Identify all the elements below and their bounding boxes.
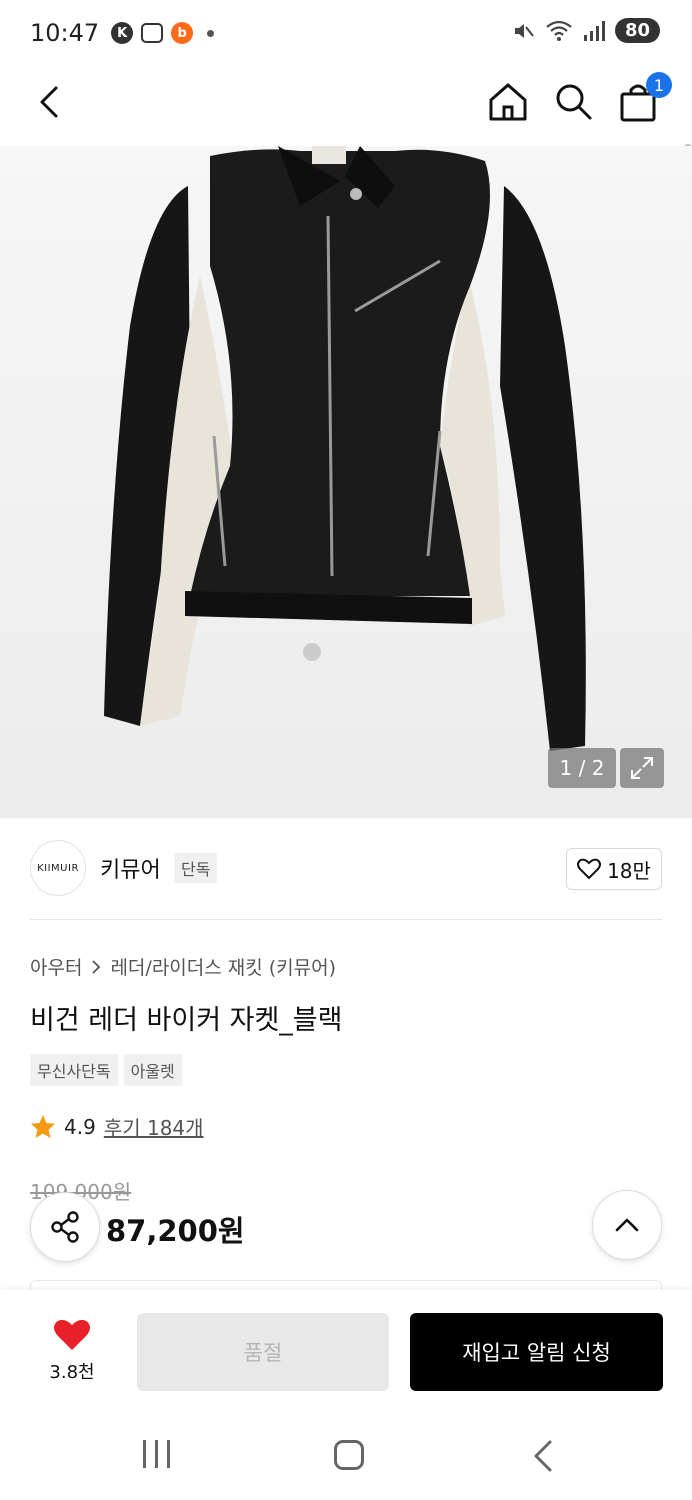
mute-icon	[514, 23, 534, 38]
recent-apps-icon	[142, 1440, 146, 1468]
star-icon	[31, 1114, 55, 1138]
wifi-icon	[546, 20, 572, 41]
system-home-button[interactable]	[334, 1440, 364, 1470]
home-button[interactable]	[486, 80, 530, 124]
heart-filled-icon	[54, 1319, 90, 1350]
kakao-notification-icon: K	[111, 22, 134, 44]
search-icon	[556, 84, 592, 120]
sale-price: 87,200원	[106, 1214, 245, 1248]
expand-icon	[631, 757, 653, 779]
share-icon	[51, 1211, 79, 1243]
heart-outline-icon	[577, 858, 602, 880]
cart-count-badge: 1	[646, 72, 672, 98]
system-back-button[interactable]	[528, 1438, 560, 1474]
product-like-count: 3.8천	[49, 1362, 95, 1383]
product-tags: 무신사단독 아울렛	[30, 1054, 182, 1086]
review-link[interactable]: 후기 184개	[104, 1112, 204, 1141]
chevron-up-icon	[615, 1218, 639, 1232]
brand-like-button[interactable]: 18만	[566, 848, 662, 890]
restock-alert-button[interactable]: 재입고 알림 신청	[410, 1313, 663, 1391]
leather-jacket-image	[104, 146, 586, 751]
breadcrumb-subcategory[interactable]: 레더/라이더스 재킷 (키뮤어)	[110, 953, 336, 980]
back-button[interactable]	[30, 80, 74, 124]
screenshot-notification-icon	[141, 23, 164, 43]
cart-button[interactable]: 1	[616, 72, 672, 124]
product-like-button[interactable]: 3.8천	[34, 1316, 110, 1386]
divider	[30, 919, 662, 920]
status-bar: 10:47 K b 80	[0, 0, 692, 66]
recent-apps-button[interactable]	[134, 1440, 178, 1476]
product-tag: 아울렛	[123, 1054, 182, 1086]
expand-image-button[interactable]	[620, 748, 664, 788]
image-page-counter: 1 / 2	[548, 748, 616, 788]
back-arrow-icon	[534, 1440, 552, 1472]
share-button[interactable]	[30, 1192, 100, 1262]
status-system-icons: 80	[511, 18, 660, 43]
brand-row: KIIMUIR 키뮤어 단독 18만	[0, 818, 692, 920]
soldout-button[interactable]: 품절	[137, 1313, 389, 1391]
product-title: 비건 레더 바이커 자켓_블랙	[30, 1005, 343, 1036]
chevron-left-icon	[40, 86, 58, 118]
rating-value: 4.9	[64, 1114, 96, 1139]
signal-icon	[583, 20, 605, 41]
breadcrumb: 아우터 레더/라이더스 재킷 (키뮤어)	[30, 953, 336, 980]
brand-name[interactable]: 키뮤어	[100, 852, 161, 884]
product-image-gallery[interactable]	[0, 146, 692, 818]
system-navigation-bar	[0, 1412, 692, 1500]
battery-indicator: 80	[614, 18, 660, 43]
product-tag: 무신사단독	[30, 1054, 118, 1086]
status-notification-icons: K b	[111, 22, 215, 44]
bottom-action-bar: 3.8천 품절 재입고 알림 신청	[0, 1290, 692, 1412]
home-icon	[489, 83, 527, 121]
top-navigation: 1	[0, 66, 692, 182]
breadcrumb-category[interactable]: 아우터	[30, 953, 82, 980]
brand-like-count: 18만	[607, 858, 651, 883]
app-notification-icon: b	[171, 22, 194, 44]
scroll-to-top-button[interactable]	[592, 1190, 662, 1260]
status-time: 10:47	[30, 19, 100, 47]
rating-row: 4.9 후기 184개	[30, 1112, 204, 1141]
search-button[interactable]	[552, 80, 596, 124]
chevron-right-icon	[92, 959, 101, 974]
more-notifications-icon	[207, 29, 215, 37]
brand-logo[interactable]: KIIMUIR	[30, 840, 86, 896]
exclusive-badge: 단독	[174, 853, 218, 883]
